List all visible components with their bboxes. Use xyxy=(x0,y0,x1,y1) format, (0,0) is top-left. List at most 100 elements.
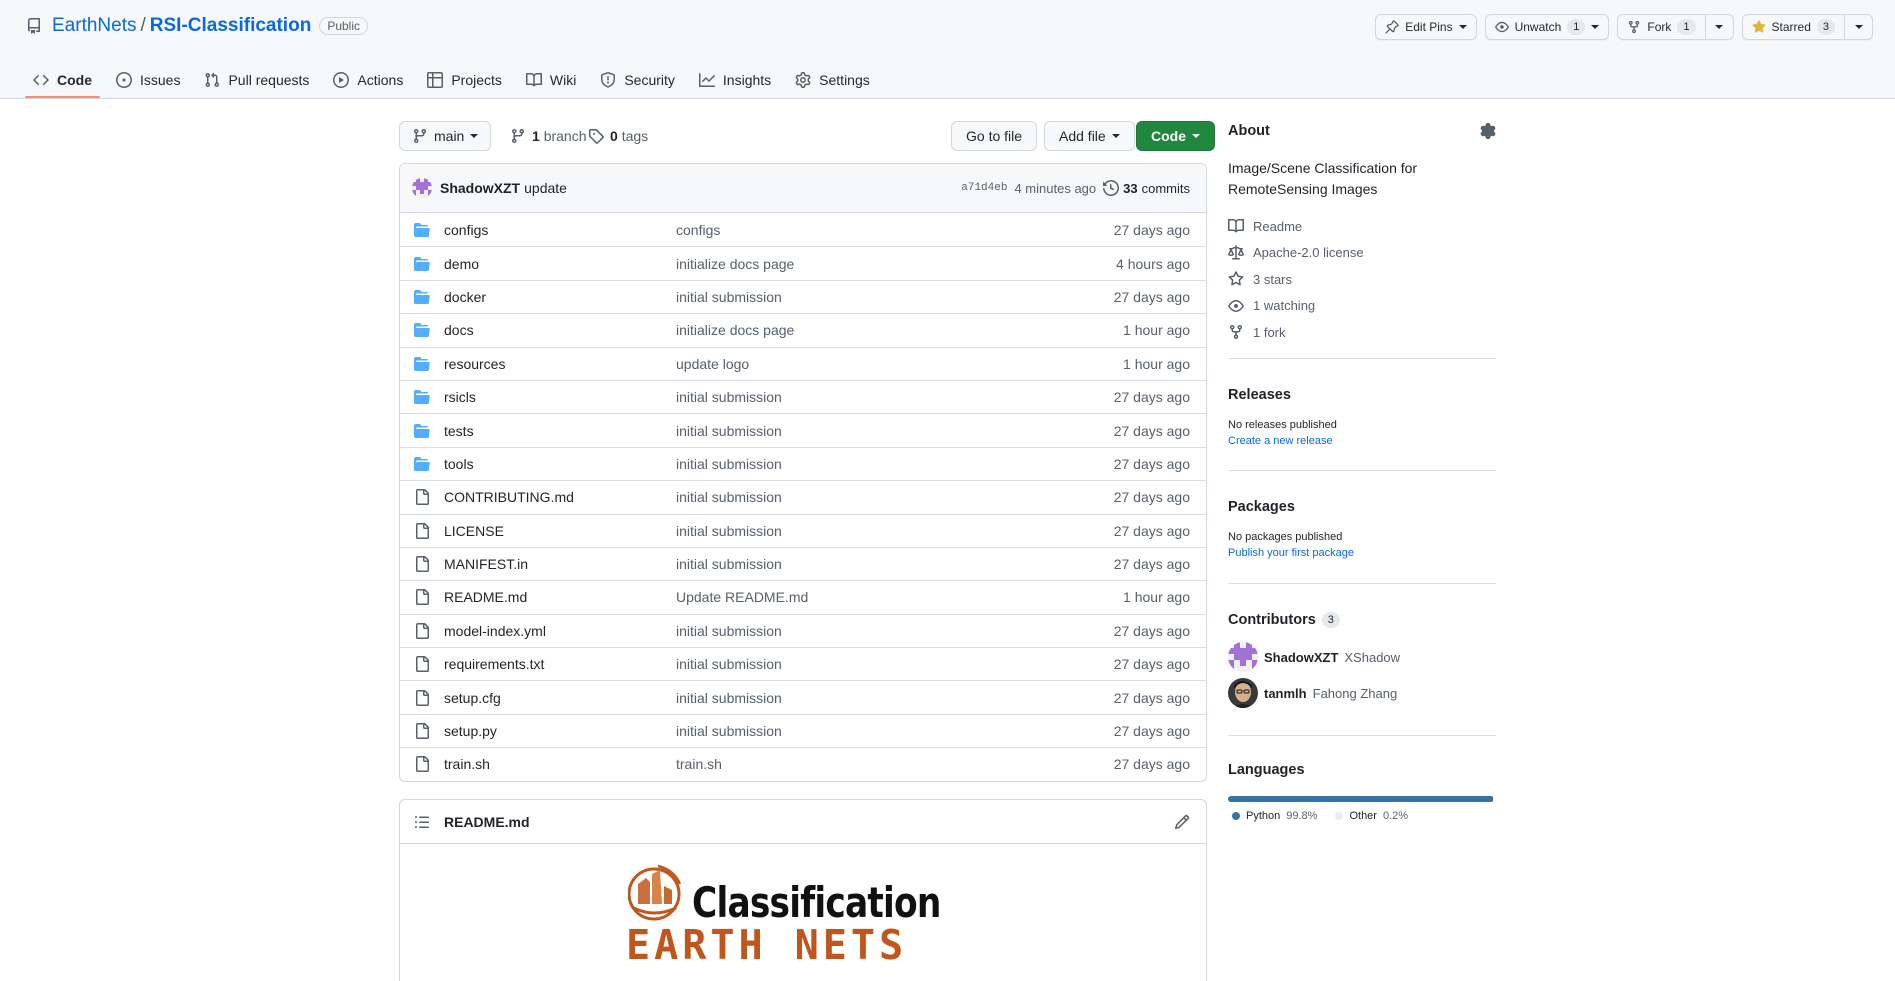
file-age: 27 days ago xyxy=(1113,522,1190,539)
file-name-link[interactable]: docker xyxy=(444,289,676,305)
file-name-link[interactable]: tools xyxy=(444,456,676,472)
file-name-link[interactable]: setup.cfg xyxy=(444,690,676,706)
file-name-link[interactable]: configs xyxy=(444,222,676,238)
tab-projects[interactable]: Projects xyxy=(419,63,510,96)
code-button[interactable]: Code xyxy=(1136,121,1215,151)
readme-title-link[interactable]: README.md xyxy=(444,814,530,830)
commits-history-link[interactable]: 33 commits xyxy=(1103,180,1190,196)
contributor-item[interactable]: tanmlh Fahong Zhang xyxy=(1228,678,1397,708)
file-commit-message-link[interactable]: initial submission xyxy=(676,489,1114,505)
file-name-link[interactable]: setup.py xyxy=(444,723,676,739)
edit-pins-button[interactable]: Edit Pins xyxy=(1375,14,1477,40)
file-commit-message-link[interactable]: initialize docs page xyxy=(676,256,1116,272)
file-commit-message-link[interactable]: configs xyxy=(676,222,1114,238)
file-commit-message-link[interactable]: initial submission xyxy=(676,289,1114,305)
file-commit-message-link[interactable]: initial submission xyxy=(676,723,1114,739)
fork-dropdown-button[interactable] xyxy=(1704,15,1733,39)
language-dot xyxy=(1335,812,1344,820)
tab-pull-requests[interactable]: Pull requests xyxy=(196,63,317,96)
branch-selector[interactable]: main xyxy=(399,121,492,151)
tab-code[interactable]: Code xyxy=(25,63,100,98)
starred-button[interactable]: Starred 3 xyxy=(1743,15,1844,39)
file-commit-message-link[interactable]: initial submission xyxy=(676,656,1114,672)
star-dropdown-button[interactable] xyxy=(1844,15,1872,39)
file-age: 27 days ago xyxy=(1113,288,1190,305)
about-list: Readme Apache-2.0 license 3 stars 1 watc… xyxy=(1228,213,1364,346)
list-unordered-icon[interactable] xyxy=(414,814,430,830)
forks-link[interactable]: 1 fork xyxy=(1228,319,1364,346)
file-browser: ShadowXZT update a71d4eb 4 minutes ago 3… xyxy=(399,163,1207,782)
file-commit-message-link[interactable]: initial submission xyxy=(676,690,1114,706)
file-name-link[interactable]: tests xyxy=(444,423,676,439)
commit-message-link[interactable]: update xyxy=(524,180,567,196)
pencil-icon[interactable] xyxy=(1174,814,1190,830)
file-commit-message-link[interactable]: initial submission xyxy=(676,523,1114,539)
fork-button[interactable]: Fork 1 xyxy=(1618,15,1704,39)
file-commit-message-link[interactable]: initial submission xyxy=(676,623,1114,639)
tab-security[interactable]: Security xyxy=(592,63,683,96)
chevron-down-icon xyxy=(470,134,479,138)
tags-link[interactable]: 0 tags xyxy=(588,121,648,151)
gear-icon[interactable] xyxy=(1480,123,1496,139)
create-release-link[interactable]: Create a new release xyxy=(1228,435,1333,447)
commit-count-label: commits xyxy=(1141,180,1190,196)
tab-actions[interactable]: Actions xyxy=(325,63,411,96)
avatar[interactable] xyxy=(412,178,432,198)
language-item[interactable]: Python 99.8% xyxy=(1232,810,1317,822)
contributor-name: Fahong Zhang xyxy=(1312,685,1398,701)
repo-owner-link[interactable]: EarthNets xyxy=(52,15,136,37)
file-name-link[interactable]: resources xyxy=(444,356,676,372)
file-commit-message-link[interactable]: initial submission xyxy=(676,389,1114,405)
file-commit-message-link[interactable]: initial submission xyxy=(676,456,1114,472)
stars-link[interactable]: 3 stars xyxy=(1228,266,1364,293)
releases-title[interactable]: Releases xyxy=(1228,387,1291,403)
branches-link[interactable]: 1 branch xyxy=(510,121,587,151)
file-name-link[interactable]: LICENSE xyxy=(444,523,676,539)
chevron-down-icon xyxy=(1192,134,1200,138)
repo-icon xyxy=(28,18,40,34)
tab-issues[interactable]: Issues xyxy=(108,63,188,96)
language-item[interactable]: Other 0.2% xyxy=(1335,810,1408,822)
tag-count: 0 xyxy=(610,128,618,144)
contributors-title[interactable]: Contributors 3 xyxy=(1228,612,1340,628)
tab-settings[interactable]: Settings xyxy=(787,63,878,96)
file-row: rsicls initial submission 27 days ago xyxy=(400,379,1206,413)
file-name-link[interactable]: CONTRIBUTING.md xyxy=(444,489,676,505)
unwatch-button[interactable]: Unwatch 1 xyxy=(1484,14,1610,40)
file-name-link[interactable]: requirements.txt xyxy=(444,656,676,672)
file-name-link[interactable]: demo xyxy=(444,256,676,272)
file-row: configs configs 27 days ago xyxy=(400,213,1206,246)
file-commit-message-link[interactable]: train.sh xyxy=(676,756,1114,772)
packages-title[interactable]: Packages xyxy=(1228,499,1295,515)
license-link[interactable]: Apache-2.0 license xyxy=(1228,240,1364,267)
contributor-item[interactable]: ShadowXZT XShadow xyxy=(1228,642,1400,672)
divider xyxy=(1228,470,1496,471)
readme-link[interactable]: Readme xyxy=(1228,213,1364,240)
file-name-link[interactable]: README.md xyxy=(444,589,676,605)
chevron-down-icon xyxy=(1591,25,1600,29)
commit-author-link[interactable]: ShadowXZT xyxy=(440,180,520,196)
go-to-file-button[interactable]: Go to file xyxy=(951,121,1038,151)
file-commit-message-link[interactable]: initialize docs page xyxy=(676,322,1123,338)
file-commit-message-link[interactable]: Update README.md xyxy=(676,589,1123,605)
file-name-link[interactable]: train.sh xyxy=(444,756,676,772)
add-file-button[interactable]: Add file xyxy=(1044,121,1135,151)
publish-package-link[interactable]: Publish your first package xyxy=(1228,547,1354,559)
file-name-link[interactable]: rsicls xyxy=(444,389,676,405)
file-icon xyxy=(416,656,429,673)
file-commit-message-link[interactable]: initial submission xyxy=(676,556,1114,572)
tab-wiki[interactable]: Wiki xyxy=(518,63,584,96)
watchers-link[interactable]: 1 watching xyxy=(1228,293,1364,320)
file-commit-message-link[interactable]: initial submission xyxy=(676,423,1114,439)
file-name-link[interactable]: docs xyxy=(444,322,676,338)
file-commit-message-link[interactable]: update logo xyxy=(676,356,1123,372)
file-name-link[interactable]: MANIFEST.in xyxy=(444,556,676,572)
language-dot xyxy=(1232,812,1240,820)
commit-sha-link[interactable]: a71d4eb xyxy=(961,182,1007,194)
tab-insights[interactable]: Insights xyxy=(691,63,779,96)
file-age: 27 days ago xyxy=(1113,221,1190,238)
repo-name-link[interactable]: RSI-Classification xyxy=(150,15,312,37)
file-name-link[interactable]: model-index.yml xyxy=(444,623,676,639)
folder-icon xyxy=(414,423,430,438)
logo-bottom-text: EARTH NETS xyxy=(626,921,908,969)
